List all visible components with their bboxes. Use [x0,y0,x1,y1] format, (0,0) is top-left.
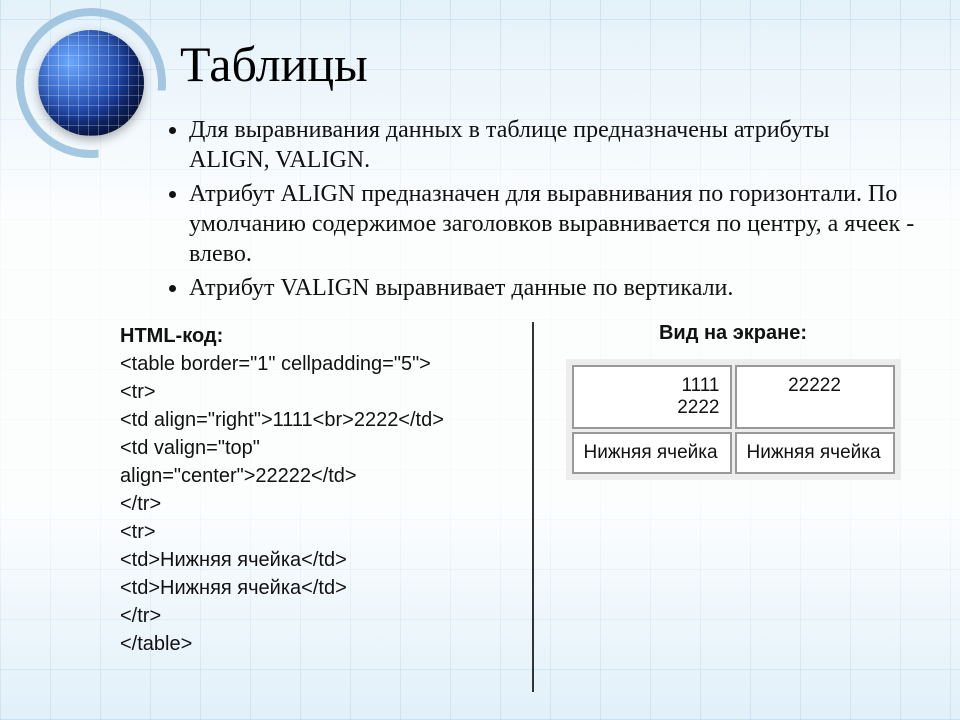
code-line: <td>Нижняя ячейка</td> [120,574,520,602]
code-line: <table border="1" cellpadding="5"> [120,350,520,378]
table-row: Нижняя ячейка Нижняя ячейка [572,432,895,474]
globe-decoration [26,18,156,148]
code-line: <tr> [120,378,520,406]
code-line: <td valign="top" [120,434,520,462]
cell-bottom-right: Нижняя ячейка [735,432,895,474]
preview-heading: Вид на экране: [659,322,807,345]
bullet-align-valign: Для выравнивания данных в таблице предна… [189,115,915,175]
preview-table-wrap: 1111 2222 22222 Нижняя ячейка Нижняя яче… [566,359,901,480]
code-column: HTML-код: <table border="1" cellpadding=… [120,322,520,692]
column-divider [532,322,534,692]
cell-bottom-left: Нижняя ячейка [572,432,732,474]
code-line: </tr> [120,490,520,518]
preview-table: 1111 2222 22222 Нижняя ячейка Нижняя яче… [569,362,898,477]
cell-1111-2222: 1111 2222 [572,365,732,429]
bullet-align: Атрибут ALIGN предназначен для выравнива… [189,179,915,269]
cell-22222: 22222 [735,365,895,429]
code-line: align="center">22222</td> [120,462,520,490]
bullet-valign: Атрибут VALIGN выравнивает данные по вер… [189,273,915,303]
code-line: </table> [120,630,520,658]
code-line: <td>Нижняя ячейка</td> [120,546,520,574]
page-title: Таблицы [180,35,368,93]
code-heading: HTML-код: [120,322,520,350]
bullet-list: Для выравнивания данных в таблице предна… [165,115,915,307]
table-row: 1111 2222 22222 [572,365,895,429]
code-line: <tr> [120,518,520,546]
preview-column: Вид на экране: 1111 2222 22222 Нижняя яч… [546,322,920,692]
code-line: </tr> [120,602,520,630]
code-line: <td align="right">1111<br>2222</td> [120,406,520,434]
